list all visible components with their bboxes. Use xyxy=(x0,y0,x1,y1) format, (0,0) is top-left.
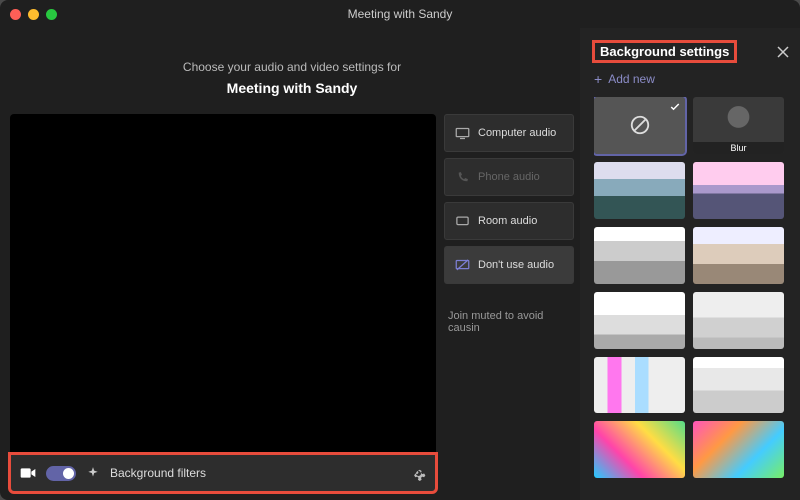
main-pane: Choose your audio and video settings for… xyxy=(0,28,580,500)
background-grid: Blur xyxy=(594,97,784,478)
video-preview xyxy=(10,114,436,454)
background-filters-button[interactable]: Background filters xyxy=(110,466,206,480)
panel-title: Background settings xyxy=(594,42,735,61)
bg-option-image[interactable] xyxy=(594,292,685,349)
no-audio-option[interactable]: Don't use audio xyxy=(444,246,574,284)
bg-option-blur[interactable]: Blur xyxy=(693,97,784,154)
minimize-window-icon[interactable] xyxy=(28,9,39,20)
pre-join-window: Meeting with Sandy Choose your audio and… xyxy=(0,0,800,500)
bg-option-image[interactable] xyxy=(693,162,784,219)
window-title: Meeting with Sandy xyxy=(348,7,453,21)
window-controls[interactable] xyxy=(10,9,57,20)
computer-audio-option[interactable]: Computer audio xyxy=(444,114,574,152)
close-icon[interactable] xyxy=(776,45,790,59)
camera-icon xyxy=(20,467,36,479)
maximize-window-icon[interactable] xyxy=(46,9,57,20)
titlebar: Meeting with Sandy xyxy=(0,0,800,28)
room-icon xyxy=(455,215,470,228)
audio-options: Computer audio Phone audio Room audio Do… xyxy=(444,114,574,492)
no-audio-label: Don't use audio xyxy=(478,259,554,271)
gear-icon[interactable] xyxy=(411,466,426,481)
bg-option-image[interactable] xyxy=(693,227,784,284)
background-settings-panel: Background settings + Add new Blur xyxy=(580,28,800,500)
filters-icon xyxy=(86,466,100,480)
room-audio-option[interactable]: Room audio xyxy=(444,202,574,240)
preview-column: Background filters xyxy=(10,114,436,492)
check-icon xyxy=(669,101,681,113)
phone-audio-option: Phone audio xyxy=(444,158,574,196)
bg-option-image[interactable] xyxy=(693,292,784,349)
settings-prompt: Choose your audio and video settings for xyxy=(10,60,574,74)
background-grid-scroll[interactable]: Blur xyxy=(594,97,790,500)
phone-icon xyxy=(455,171,470,184)
mute-message: Join muted to avoid causin xyxy=(444,310,574,334)
camera-toggle[interactable] xyxy=(46,466,76,481)
bg-option-image[interactable] xyxy=(594,357,685,414)
bg-option-image[interactable] xyxy=(693,357,784,414)
meeting-name: Meeting with Sandy xyxy=(10,80,574,96)
room-audio-label: Room audio xyxy=(478,215,537,227)
video-toolbar: Background filters xyxy=(10,454,436,492)
phone-audio-label: Phone audio xyxy=(478,171,540,183)
close-window-icon[interactable] xyxy=(10,9,21,20)
bg-option-image[interactable] xyxy=(594,162,685,219)
no-audio-icon xyxy=(455,259,470,272)
blur-label: Blur xyxy=(693,142,784,154)
content-area: Choose your audio and video settings for… xyxy=(0,28,800,500)
add-new-label: Add new xyxy=(608,72,655,86)
bg-option-image[interactable] xyxy=(594,421,685,478)
bg-option-none[interactable] xyxy=(594,97,685,154)
monitor-icon xyxy=(455,127,470,140)
preview-and-audio-row: Background filters Computer audio Phone … xyxy=(10,114,574,492)
panel-header: Background settings xyxy=(594,42,790,61)
add-new-button[interactable]: + Add new xyxy=(594,71,790,87)
none-icon xyxy=(629,114,651,136)
computer-audio-label: Computer audio xyxy=(478,127,556,139)
bg-option-image[interactable] xyxy=(693,421,784,478)
bg-option-image[interactable] xyxy=(594,227,685,284)
plus-icon: + xyxy=(594,71,602,87)
